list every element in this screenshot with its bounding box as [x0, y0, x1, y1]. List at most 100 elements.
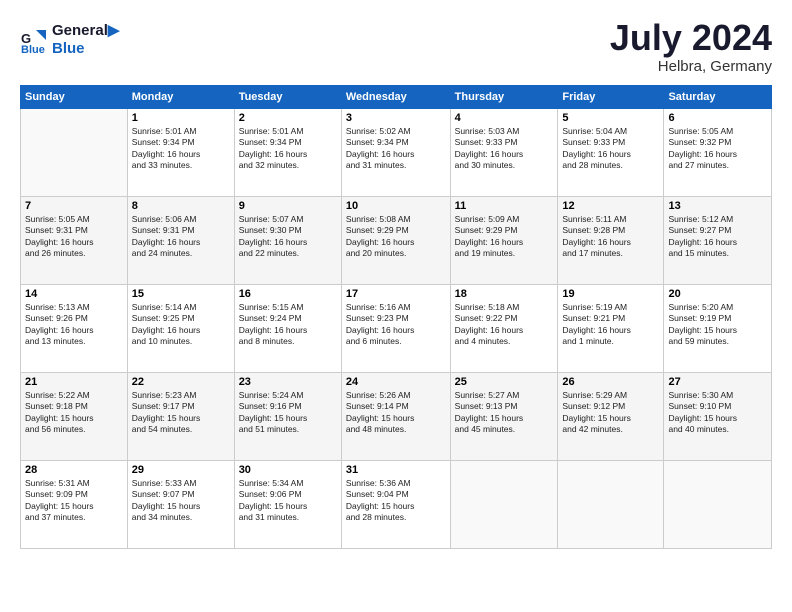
- calendar-cell: 28 Sunrise: 5:31 AM Sunset: 9:09 PM Dayli…: [21, 460, 128, 548]
- calendar-week-row: 21Sunrise: 5:22 AM Sunset: 9:18 PM Dayli…: [21, 372, 772, 460]
- calendar-cell: 6 Sunrise: 5:05 AM Sunset: 9:32 PM Daylig…: [664, 108, 772, 196]
- day-number: 14: [25, 288, 123, 300]
- weekday-header: Tuesday: [234, 85, 341, 108]
- calendar-week-row: 1 Sunrise: 5:01 AM Sunset: 9:34 PM Daylig…: [21, 108, 772, 196]
- calendar-cell: 14 Sunrise: 5:13 AM Sunset: 9:26 PM Dayli…: [21, 284, 128, 372]
- calendar-table: SundayMondayTuesdayWednesdayThursdayFrid…: [20, 85, 772, 549]
- day-info: Sunrise: 5:16 AM Sunset: 9:23 PM Dayligh…: [346, 302, 446, 348]
- day-number: 26: [562, 376, 659, 388]
- calendar-cell: 21Sunrise: 5:22 AM Sunset: 9:18 PM Dayli…: [21, 372, 128, 460]
- day-info: Sunrise: 5:31 AM Sunset: 9:09 PM Dayligh…: [25, 478, 123, 524]
- day-number: 6: [668, 112, 767, 124]
- day-info: Sunrise: 5:04 AM Sunset: 9:33 PM Dayligh…: [562, 126, 659, 172]
- calendar-cell: 22 Sunrise: 5:23 AM Sunset: 9:17 PM Dayli…: [127, 372, 234, 460]
- calendar-cell: 9 Sunrise: 5:07 AM Sunset: 9:30 PM Daylig…: [234, 196, 341, 284]
- month-title: July 2024: [610, 18, 772, 58]
- day-number: 19: [562, 288, 659, 300]
- day-number: 10: [346, 200, 446, 212]
- day-number: 3: [346, 112, 446, 124]
- day-info: Sunrise: 5:33 AM Sunset: 9:07 PM Dayligh…: [132, 478, 230, 524]
- calendar-cell: 27Sunrise: 5:30 AM Sunset: 9:10 PM Dayli…: [664, 372, 772, 460]
- calendar-cell: 16 Sunrise: 5:15 AM Sunset: 9:24 PM Dayli…: [234, 284, 341, 372]
- weekday-header: Sunday: [21, 85, 128, 108]
- day-info: Sunrise: 5:18 AM Sunset: 9:22 PM Dayligh…: [455, 302, 554, 348]
- weekday-header-row: SundayMondayTuesdayWednesdayThursdayFrid…: [21, 85, 772, 108]
- day-info: Sunrise: 5:36 AM Sunset: 9:04 PM Dayligh…: [346, 478, 446, 524]
- calendar-cell: 8Sunrise: 5:06 AM Sunset: 9:31 PM Daylig…: [127, 196, 234, 284]
- calendar-cell: 20 Sunrise: 5:20 AM Sunset: 9:19 PM Dayli…: [664, 284, 772, 372]
- day-number: 25: [455, 376, 554, 388]
- day-info: Sunrise: 5:07 AM Sunset: 9:30 PM Dayligh…: [239, 214, 337, 260]
- day-number: 16: [239, 288, 337, 300]
- calendar-cell: 18 Sunrise: 5:18 AM Sunset: 9:22 PM Dayli…: [450, 284, 558, 372]
- calendar-cell: 15Sunrise: 5:14 AM Sunset: 9:25 PM Dayli…: [127, 284, 234, 372]
- day-info: Sunrise: 5:03 AM Sunset: 9:33 PM Dayligh…: [455, 126, 554, 172]
- title-block: July 2024 Helbra, Germany: [610, 18, 772, 75]
- day-number: 23: [239, 376, 337, 388]
- calendar-cell: 29Sunrise: 5:33 AM Sunset: 9:07 PM Dayli…: [127, 460, 234, 548]
- day-number: 24: [346, 376, 446, 388]
- header: G Blue General▶ Blue July 2024 Helbra, G…: [20, 18, 772, 75]
- calendar-cell: 25 Sunrise: 5:27 AM Sunset: 9:13 PM Dayli…: [450, 372, 558, 460]
- day-info: Sunrise: 5:29 AM Sunset: 9:12 PM Dayligh…: [562, 390, 659, 436]
- calendar-cell: 23 Sunrise: 5:24 AM Sunset: 9:16 PM Dayli…: [234, 372, 341, 460]
- calendar-cell: 11 Sunrise: 5:09 AM Sunset: 9:29 PM Dayli…: [450, 196, 558, 284]
- day-info: Sunrise: 5:27 AM Sunset: 9:13 PM Dayligh…: [455, 390, 554, 436]
- day-number: 21: [25, 376, 123, 388]
- day-number: 1: [132, 112, 230, 124]
- weekday-header: Monday: [127, 85, 234, 108]
- day-number: 2: [239, 112, 337, 124]
- day-info: Sunrise: 5:01 AM Sunset: 9:34 PM Dayligh…: [239, 126, 337, 172]
- calendar-cell: 10 Sunrise: 5:08 AM Sunset: 9:29 PM Dayli…: [341, 196, 450, 284]
- day-number: 9: [239, 200, 337, 212]
- day-number: 4: [455, 112, 554, 124]
- calendar-cell: [21, 108, 128, 196]
- day-info: Sunrise: 5:13 AM Sunset: 9:26 PM Dayligh…: [25, 302, 123, 348]
- day-number: 12: [562, 200, 659, 212]
- calendar-cell: 19 Sunrise: 5:19 AM Sunset: 9:21 PM Dayli…: [558, 284, 664, 372]
- day-info: Sunrise: 5:05 AM Sunset: 9:32 PM Dayligh…: [668, 126, 767, 172]
- day-number: 28: [25, 464, 123, 476]
- day-number: 31: [346, 464, 446, 476]
- day-number: 7: [25, 200, 123, 212]
- calendar-cell: [558, 460, 664, 548]
- day-info: Sunrise: 5:23 AM Sunset: 9:17 PM Dayligh…: [132, 390, 230, 436]
- logo-icon: G Blue: [20, 26, 48, 54]
- day-number: 18: [455, 288, 554, 300]
- day-info: Sunrise: 5:09 AM Sunset: 9:29 PM Dayligh…: [455, 214, 554, 260]
- day-info: Sunrise: 5:20 AM Sunset: 9:19 PM Dayligh…: [668, 302, 767, 348]
- calendar-cell: 17 Sunrise: 5:16 AM Sunset: 9:23 PM Dayli…: [341, 284, 450, 372]
- day-info: Sunrise: 5:19 AM Sunset: 9:21 PM Dayligh…: [562, 302, 659, 348]
- logo-blue: Blue: [52, 40, 119, 58]
- weekday-header: Friday: [558, 85, 664, 108]
- calendar-cell: 26 Sunrise: 5:29 AM Sunset: 9:12 PM Dayli…: [558, 372, 664, 460]
- day-number: 5: [562, 112, 659, 124]
- day-info: Sunrise: 5:24 AM Sunset: 9:16 PM Dayligh…: [239, 390, 337, 436]
- calendar-cell: [450, 460, 558, 548]
- day-number: 20: [668, 288, 767, 300]
- day-info: Sunrise: 5:14 AM Sunset: 9:25 PM Dayligh…: [132, 302, 230, 348]
- calendar-cell: 30Sunrise: 5:34 AM Sunset: 9:06 PM Dayli…: [234, 460, 341, 548]
- calendar-cell: 1Sunrise: 5:01 AM Sunset: 9:34 PM Daylig…: [127, 108, 234, 196]
- calendar-cell: 7Sunrise: 5:05 AM Sunset: 9:31 PM Daylig…: [21, 196, 128, 284]
- day-number: 17: [346, 288, 446, 300]
- calendar-cell: 4 Sunrise: 5:03 AM Sunset: 9:33 PM Daylig…: [450, 108, 558, 196]
- weekday-header: Wednesday: [341, 85, 450, 108]
- day-info: Sunrise: 5:11 AM Sunset: 9:28 PM Dayligh…: [562, 214, 659, 260]
- calendar-cell: 2 Sunrise: 5:01 AM Sunset: 9:34 PM Daylig…: [234, 108, 341, 196]
- day-number: 22: [132, 376, 230, 388]
- location: Helbra, Germany: [610, 58, 772, 75]
- day-number: 13: [668, 200, 767, 212]
- day-info: Sunrise: 5:08 AM Sunset: 9:29 PM Dayligh…: [346, 214, 446, 260]
- logo-general: General▶: [52, 22, 119, 40]
- day-number: 8: [132, 200, 230, 212]
- page: G Blue General▶ Blue July 2024 Helbra, G…: [0, 0, 792, 559]
- calendar-cell: 3 Sunrise: 5:02 AM Sunset: 9:34 PM Daylig…: [341, 108, 450, 196]
- day-number: 11: [455, 200, 554, 212]
- day-info: Sunrise: 5:34 AM Sunset: 9:06 PM Dayligh…: [239, 478, 337, 524]
- day-info: Sunrise: 5:12 AM Sunset: 9:27 PM Dayligh…: [668, 214, 767, 260]
- day-info: Sunrise: 5:02 AM Sunset: 9:34 PM Dayligh…: [346, 126, 446, 172]
- calendar-cell: [664, 460, 772, 548]
- day-info: Sunrise: 5:15 AM Sunset: 9:24 PM Dayligh…: [239, 302, 337, 348]
- logo: G Blue General▶ Blue: [20, 22, 119, 58]
